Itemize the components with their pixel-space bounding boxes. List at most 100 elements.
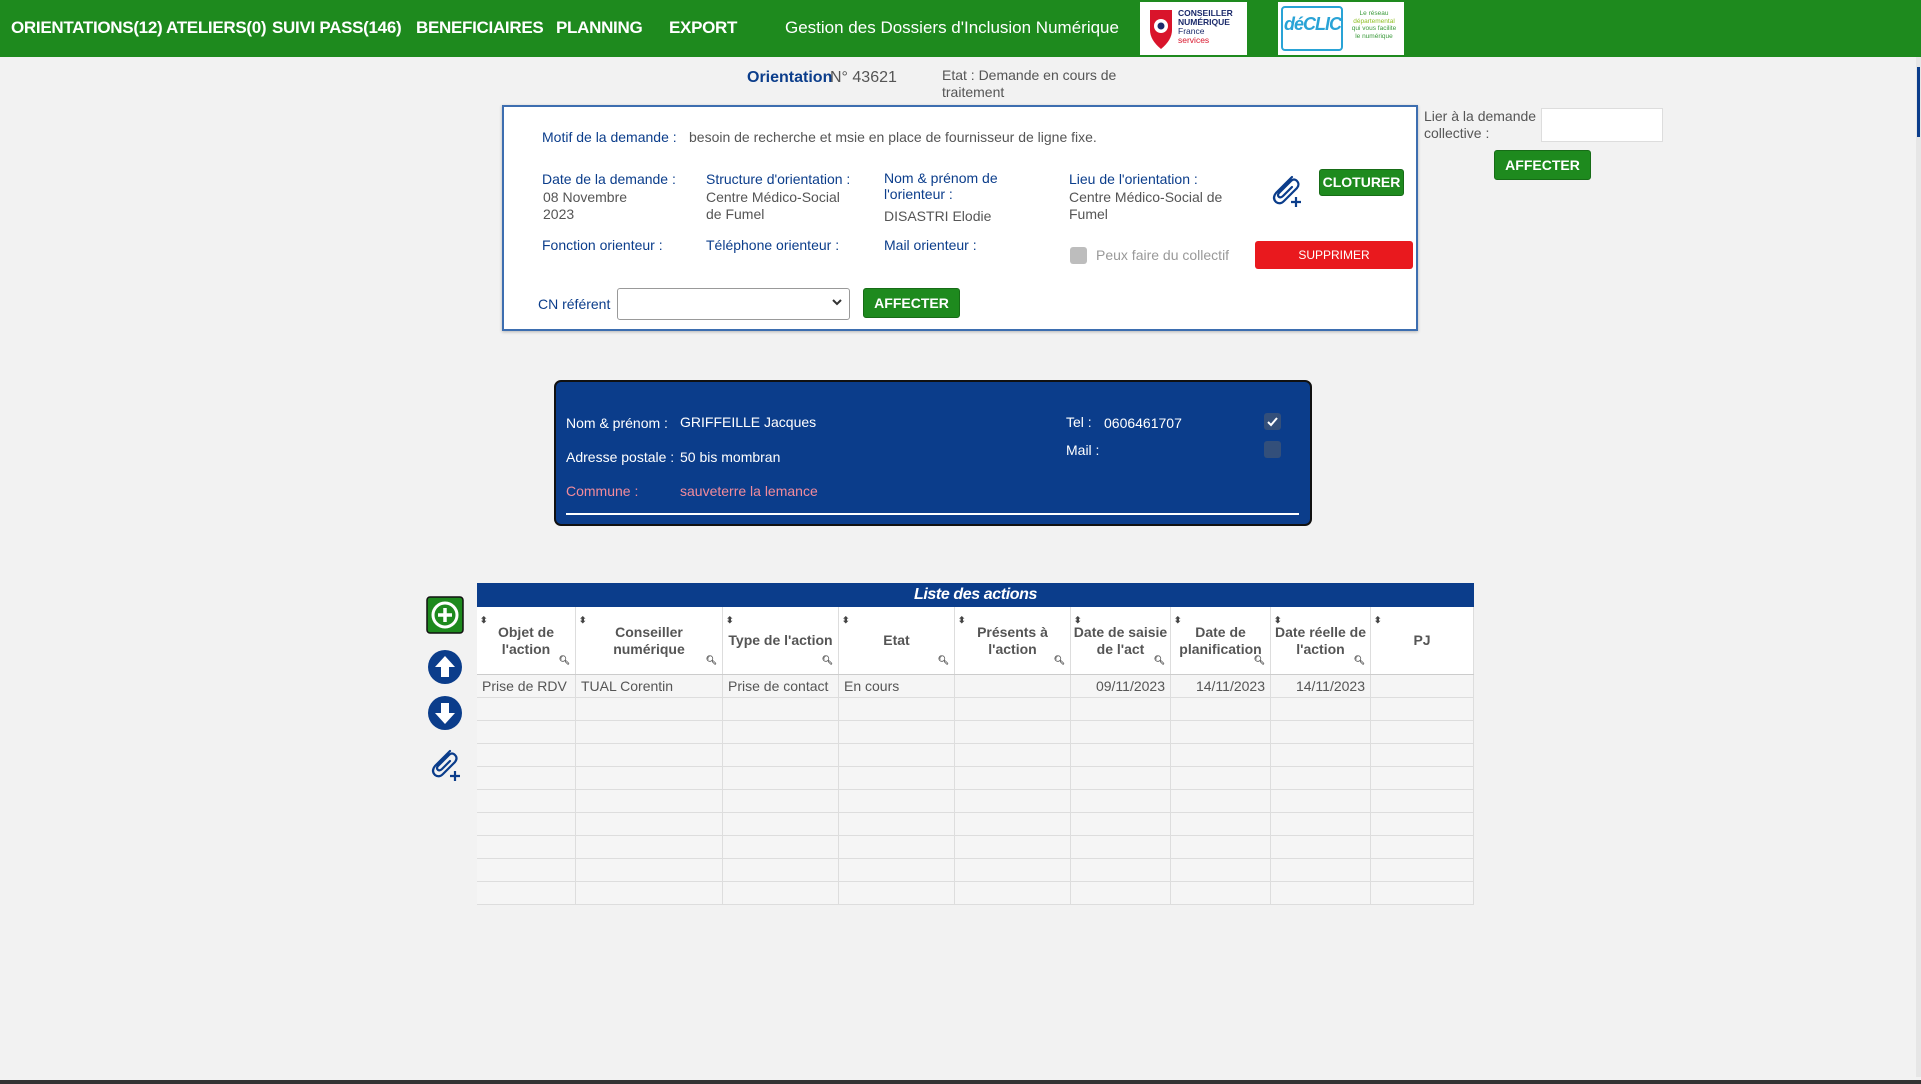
lieu-value: Centre Médico-Social de Fumel — [1069, 189, 1223, 222]
sort-icon[interactable]: ⬍ — [958, 612, 966, 629]
column-header-label: Type de l'action — [728, 632, 833, 648]
table-cell — [1271, 721, 1371, 743]
sort-icon[interactable]: ⬍ — [1274, 612, 1282, 629]
beneficiary-panel: Nom & prénom : GRIFFEILLE Jacques Adress… — [554, 380, 1312, 526]
lier-affecter-button[interactable]: AFFECTER — [1494, 150, 1591, 180]
structure-value: Centre Médico-Social de Fumel — [706, 189, 840, 222]
collectif-checkbox[interactable] — [1070, 247, 1087, 264]
search-icon[interactable]: 🔍︎ — [1054, 652, 1065, 669]
actions-table-title: Liste des actions — [477, 583, 1474, 607]
mail-checkbox[interactable] — [1264, 441, 1281, 458]
arrow-up-icon[interactable] — [426, 648, 464, 686]
checkmark-icon — [1267, 417, 1278, 427]
table-cell — [477, 744, 576, 766]
attach-file-icon[interactable] — [1266, 171, 1306, 209]
cn-referent-select[interactable] — [617, 288, 850, 320]
column-header[interactable]: ⬍ Etat 🔍︎ — [839, 607, 955, 674]
table-cell — [1371, 859, 1474, 881]
add-action-icon[interactable] — [426, 596, 464, 634]
sort-icon[interactable]: ⬍ — [1174, 612, 1182, 629]
nav-ateliers[interactable]: ATELIERS(0) — [166, 18, 267, 38]
page-scrollbar[interactable] — [1916, 57, 1921, 1077]
table-cell — [576, 721, 723, 743]
table-cell — [1071, 721, 1171, 743]
cloturer-button[interactable]: CLOTURER — [1319, 169, 1404, 196]
search-icon[interactable]: 🔍︎ — [559, 652, 570, 669]
table-cell — [1171, 836, 1271, 858]
column-header[interactable]: ⬍ Date de saisie de l'act 🔍︎ — [1071, 607, 1171, 674]
sort-icon[interactable]: ⬍ — [480, 612, 488, 629]
beneficiary-commune-value: sauveterre la lemance — [680, 483, 818, 499]
column-header[interactable]: ⬍ Présents à l'action 🔍︎ — [955, 607, 1071, 674]
table-row[interactable] — [477, 859, 1474, 882]
table-cell: 14/11/2023 — [1271, 675, 1371, 697]
column-header-label: Présents à l'action — [977, 623, 1048, 657]
search-icon[interactable]: 🔍︎ — [1254, 652, 1265, 669]
nav-orientations[interactable]: ORIENTATIONS(12) — [11, 18, 163, 38]
table-cell — [1271, 836, 1371, 858]
search-icon[interactable]: 🔍︎ — [706, 652, 717, 669]
sort-icon[interactable]: ⬍ — [579, 612, 587, 629]
column-header[interactable]: ⬍ Conseiller numérique 🔍︎ — [576, 607, 723, 674]
table-cell — [723, 721, 839, 743]
table-row[interactable] — [477, 813, 1474, 836]
table-row[interactable] — [477, 836, 1474, 859]
table-row[interactable] — [477, 698, 1474, 721]
column-header[interactable]: ⬍ Date de planification 🔍︎ — [1171, 607, 1271, 674]
table-cell — [477, 882, 576, 904]
table-cell — [1271, 882, 1371, 904]
sort-icon[interactable]: ⬍ — [726, 612, 734, 629]
search-icon[interactable]: 🔍︎ — [822, 652, 833, 669]
tel-checkbox[interactable] — [1264, 413, 1281, 430]
declic-logo: déCLIC Le réseau départemental qui vous … — [1278, 2, 1404, 55]
telephone-orienteur-label: Téléphone orienteur : — [706, 237, 840, 253]
nav-suivi-pass[interactable]: SUIVI PASS(146) — [272, 18, 402, 38]
orienteur-name-value: DISASTRI Elodie — [884, 208, 992, 224]
scrollbar-thumb[interactable] — [1917, 67, 1920, 137]
table-cell — [1071, 698, 1171, 720]
table-cell — [955, 790, 1071, 812]
table-row[interactable]: Prise de RDV TUAL Corentin Prise de contac… — [477, 675, 1474, 698]
search-icon[interactable]: 🔍︎ — [1154, 652, 1165, 669]
table-row[interactable] — [477, 767, 1474, 790]
structure-label: Structure d'orientation : — [706, 171, 851, 187]
beneficiary-tel-label: Tel : — [1066, 414, 1092, 430]
logo-declic-line4: le numérique — [1355, 32, 1393, 40]
lier-collective-input[interactable] — [1541, 108, 1663, 142]
attach-add-icon[interactable] — [426, 745, 464, 783]
beneficiary-divider — [566, 513, 1299, 515]
arrow-down-icon[interactable] — [426, 694, 464, 732]
table-cell — [1271, 744, 1371, 766]
table-cell — [1371, 698, 1474, 720]
table-row[interactable] — [477, 721, 1474, 744]
table-row[interactable] — [477, 744, 1474, 767]
search-icon[interactable]: 🔍︎ — [938, 652, 949, 669]
table-cell — [477, 859, 576, 881]
nav-export[interactable]: EXPORT — [669, 18, 737, 38]
table-cell — [1371, 790, 1474, 812]
nav-beneficiaires[interactable]: BENEFICIAIRES — [416, 18, 544, 38]
column-header[interactable]: ⬍ PJ — [1371, 607, 1474, 674]
column-header[interactable]: ⬍ Type de l'action 🔍︎ — [723, 607, 839, 674]
table-cell — [576, 813, 723, 835]
table-row[interactable] — [477, 790, 1474, 813]
search-icon[interactable]: 🔍︎ — [1354, 652, 1365, 669]
table-cell — [576, 744, 723, 766]
table-cell — [1371, 836, 1474, 858]
sort-icon[interactable]: ⬍ — [1374, 612, 1382, 629]
mail-orienteur-label: Mail orienteur : — [884, 237, 977, 253]
table-row[interactable] — [477, 882, 1474, 905]
supprimer-orientation-button[interactable]: SUPPRIMER L'ORIENTATION — [1255, 241, 1413, 290]
cn-affecter-button[interactable]: AFFECTER — [863, 288, 960, 318]
column-header[interactable]: ⬍ Date réelle de l'action 🔍︎ — [1271, 607, 1371, 674]
table-cell — [839, 744, 955, 766]
beneficiary-commune-label: Commune : — [566, 483, 639, 499]
sort-icon[interactable]: ⬍ — [842, 612, 850, 629]
table-cell — [723, 859, 839, 881]
sort-icon[interactable]: ⬍ — [1074, 612, 1082, 629]
table-cell — [723, 790, 839, 812]
nav-planning[interactable]: PLANNING — [556, 18, 643, 38]
column-header-label: Etat — [883, 632, 910, 648]
top-navigation-bar: ORIENTATIONS(12) ATELIERS(0) SUIVI PASS(… — [0, 0, 1921, 57]
column-header[interactable]: ⬍ Objet de l'action 🔍︎ — [477, 607, 576, 674]
